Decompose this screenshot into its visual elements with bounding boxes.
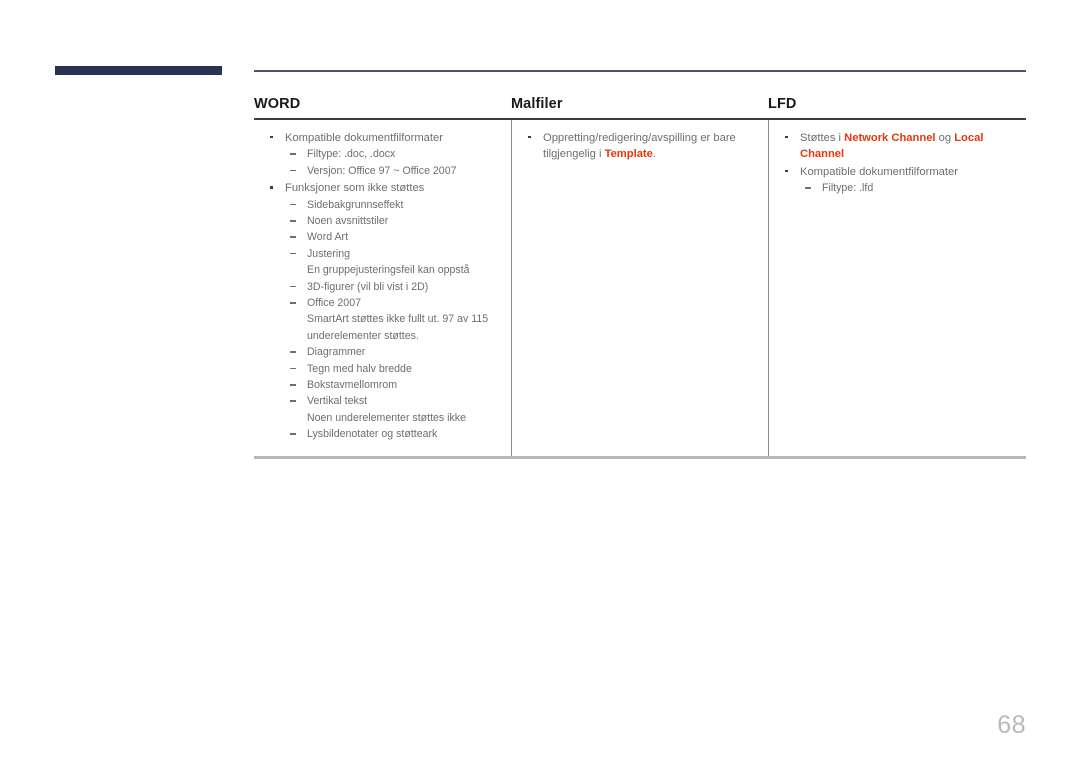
sub-bullet-list: Filtype: .doc, .docx Versjon: Office 97 ~…: [285, 146, 497, 179]
highlighted-term: Template: [604, 148, 653, 161]
sub-list-item-text: Office 2007: [307, 297, 361, 310]
sub-list-item: 3D-figurer (vil bli vist i 2D): [285, 279, 497, 295]
list-item-text: Funksjoner som ikke støttes: [285, 182, 425, 194]
table-cell-lfd: Støttes i Network Channel og Local Chann…: [768, 119, 1026, 456]
bullet-list-malfiler: Oppretting/redigering/avspilling er bare…: [526, 130, 754, 163]
bullet-dot-icon: [270, 135, 273, 139]
sub-list-item: Versjon: Office 97 ~ Office 2007: [285, 163, 497, 179]
sub-list-item: Sidebakgrunnseffekt: [285, 197, 497, 213]
sub-list-item: Tegn med halv bredde: [285, 361, 497, 377]
list-item-content: Støttes i Network Channel og Local Chann…: [800, 132, 983, 161]
list-item: Oppretting/redigering/avspilling er bare…: [526, 130, 754, 163]
list-item-text: og: [935, 131, 955, 144]
sub-list-item-text: Noen avsnittstiler: [307, 215, 389, 227]
sub-list-item: Justering: [285, 246, 497, 262]
bullet-dash-icon: [290, 351, 296, 353]
sub-list-item-text: Lysbildenotater og støtteark: [307, 428, 438, 441]
sub-list-item-text: Word Art: [307, 231, 349, 244]
bullet-dash-icon: [290, 153, 296, 155]
decorative-accent-bar: [55, 66, 222, 75]
bullet-dash-icon: [805, 187, 811, 189]
sub-list-item-text: Vertikal tekst: [307, 395, 368, 408]
list-item: Kompatible dokumentfilformater Filtype: .…: [783, 164, 1012, 197]
sub-list-item: Filtype: .doc, .docx: [285, 146, 497, 162]
list-item-text: Kompatible dokumentfilformater: [285, 131, 443, 144]
page-number: 68: [997, 711, 1026, 739]
bullet-dash-icon: [290, 220, 296, 222]
sub-list-item-text: Justering: [307, 247, 350, 260]
sub-bullet-list: Filtype: .lfd: [800, 180, 1012, 196]
sub-list-item-text: Diagrammer: [307, 346, 366, 359]
sub-list-item: Vertikal tekst: [285, 393, 497, 409]
sub-list-item-text: Sidebakgrunnseffekt: [307, 198, 404, 211]
sub-list-item-text: Bokstavmellomrom: [307, 379, 398, 392]
table-header-row: WORD Malfiler LFD: [254, 72, 1026, 118]
table-body-row: Kompatible dokumentfilformater Filtype: .…: [254, 119, 1026, 456]
sub-list-item-text: Versjon: Office 97 ~ Office 2007: [307, 164, 457, 177]
bullet-dot-icon: [528, 135, 531, 139]
sub-list-item-note: SmartArt støttes ikke fullt ut. 97 av 11…: [307, 313, 489, 342]
bullet-list-word: Kompatible dokumentfilformater Filtype: .…: [268, 130, 497, 443]
bullet-dot-icon: [270, 186, 273, 189]
bullet-dash-icon: [290, 203, 296, 206]
column-header-lfd: LFD: [768, 96, 797, 112]
bullet-dash-icon: [290, 433, 296, 435]
sub-list-item-text: Filtype: .doc, .docx: [307, 148, 396, 161]
table-cell-malfiler: Oppretting/redigering/avspilling er bare…: [511, 119, 768, 456]
column-header-word: WORD: [254, 96, 301, 112]
bullet-dash-icon: [290, 285, 296, 288]
sub-list-item: Office 2007: [285, 295, 497, 311]
sub-list-item-text: Filtype: .lfd: [822, 182, 874, 195]
list-item-text: .: [652, 148, 656, 161]
bullet-dash-icon: [290, 384, 296, 386]
list-item: Kompatible dokumentfilformater Filtype: .…: [268, 130, 497, 179]
sub-list-item: Diagrammer: [285, 344, 497, 360]
list-item-content: Funksjoner som ikke støttes: [285, 182, 424, 194]
list-item-text: Kompatible dokumentfilformater: [800, 165, 958, 178]
bullet-dot-icon: [785, 169, 788, 173]
list-item-content: Kompatible dokumentfilformater: [285, 132, 443, 144]
bullet-dash-icon: [290, 367, 296, 370]
sub-list-item: Word Art: [285, 229, 497, 245]
sub-list-item: Noen avsnittstiler: [285, 213, 497, 229]
sub-list-item: Bokstavmellomrom: [285, 377, 497, 393]
sub-list-item-note: Noen underelementer støttes ikke: [307, 411, 466, 424]
compatibility-table: WORD Malfiler LFD Kompatible dokumentfil…: [254, 70, 1026, 459]
list-item-content: Kompatible dokumentfilformater: [800, 166, 958, 178]
bullet-dash-icon: [290, 252, 296, 255]
bullet-dash-icon: [290, 302, 296, 304]
list-item-content: Oppretting/redigering/avspilling er bare…: [543, 132, 736, 161]
bullet-dash-icon: [290, 400, 296, 403]
list-item-text: Støttes i: [800, 131, 845, 144]
sub-bullet-list: Sidebakgrunnseffekt Noen avsnittstiler Wor…: [285, 197, 497, 443]
bullet-dot-icon: [785, 135, 788, 139]
bullet-dash-icon: [290, 236, 296, 238]
bullet-list-lfd: Støttes i Network Channel og Local Chann…: [783, 130, 1012, 197]
column-header-malfiler: Malfiler: [511, 96, 563, 112]
sub-list-item: Lysbildenotater og støtteark: [285, 426, 497, 442]
sub-list-item-text: 3D-figurer (vil bli vist i 2D): [307, 280, 429, 293]
sub-list-item-text: Tegn med halv bredde: [307, 362, 412, 375]
sub-list-item: Filtype: .lfd: [800, 180, 1012, 196]
table-bottom-rule: [254, 455, 1026, 459]
sub-list-item-note: En gruppejusteringsfeil kan oppstå: [307, 264, 470, 277]
list-item: Støttes i Network Channel og Local Chann…: [783, 130, 1012, 163]
table-cell-word: Kompatible dokumentfilformater Filtype: .…: [254, 120, 511, 456]
bullet-dash-icon: [290, 169, 296, 172]
list-item: Funksjoner som ikke støttes Sidebakgrunns…: [268, 180, 497, 443]
highlighted-term: Network Channel: [844, 131, 936, 144]
